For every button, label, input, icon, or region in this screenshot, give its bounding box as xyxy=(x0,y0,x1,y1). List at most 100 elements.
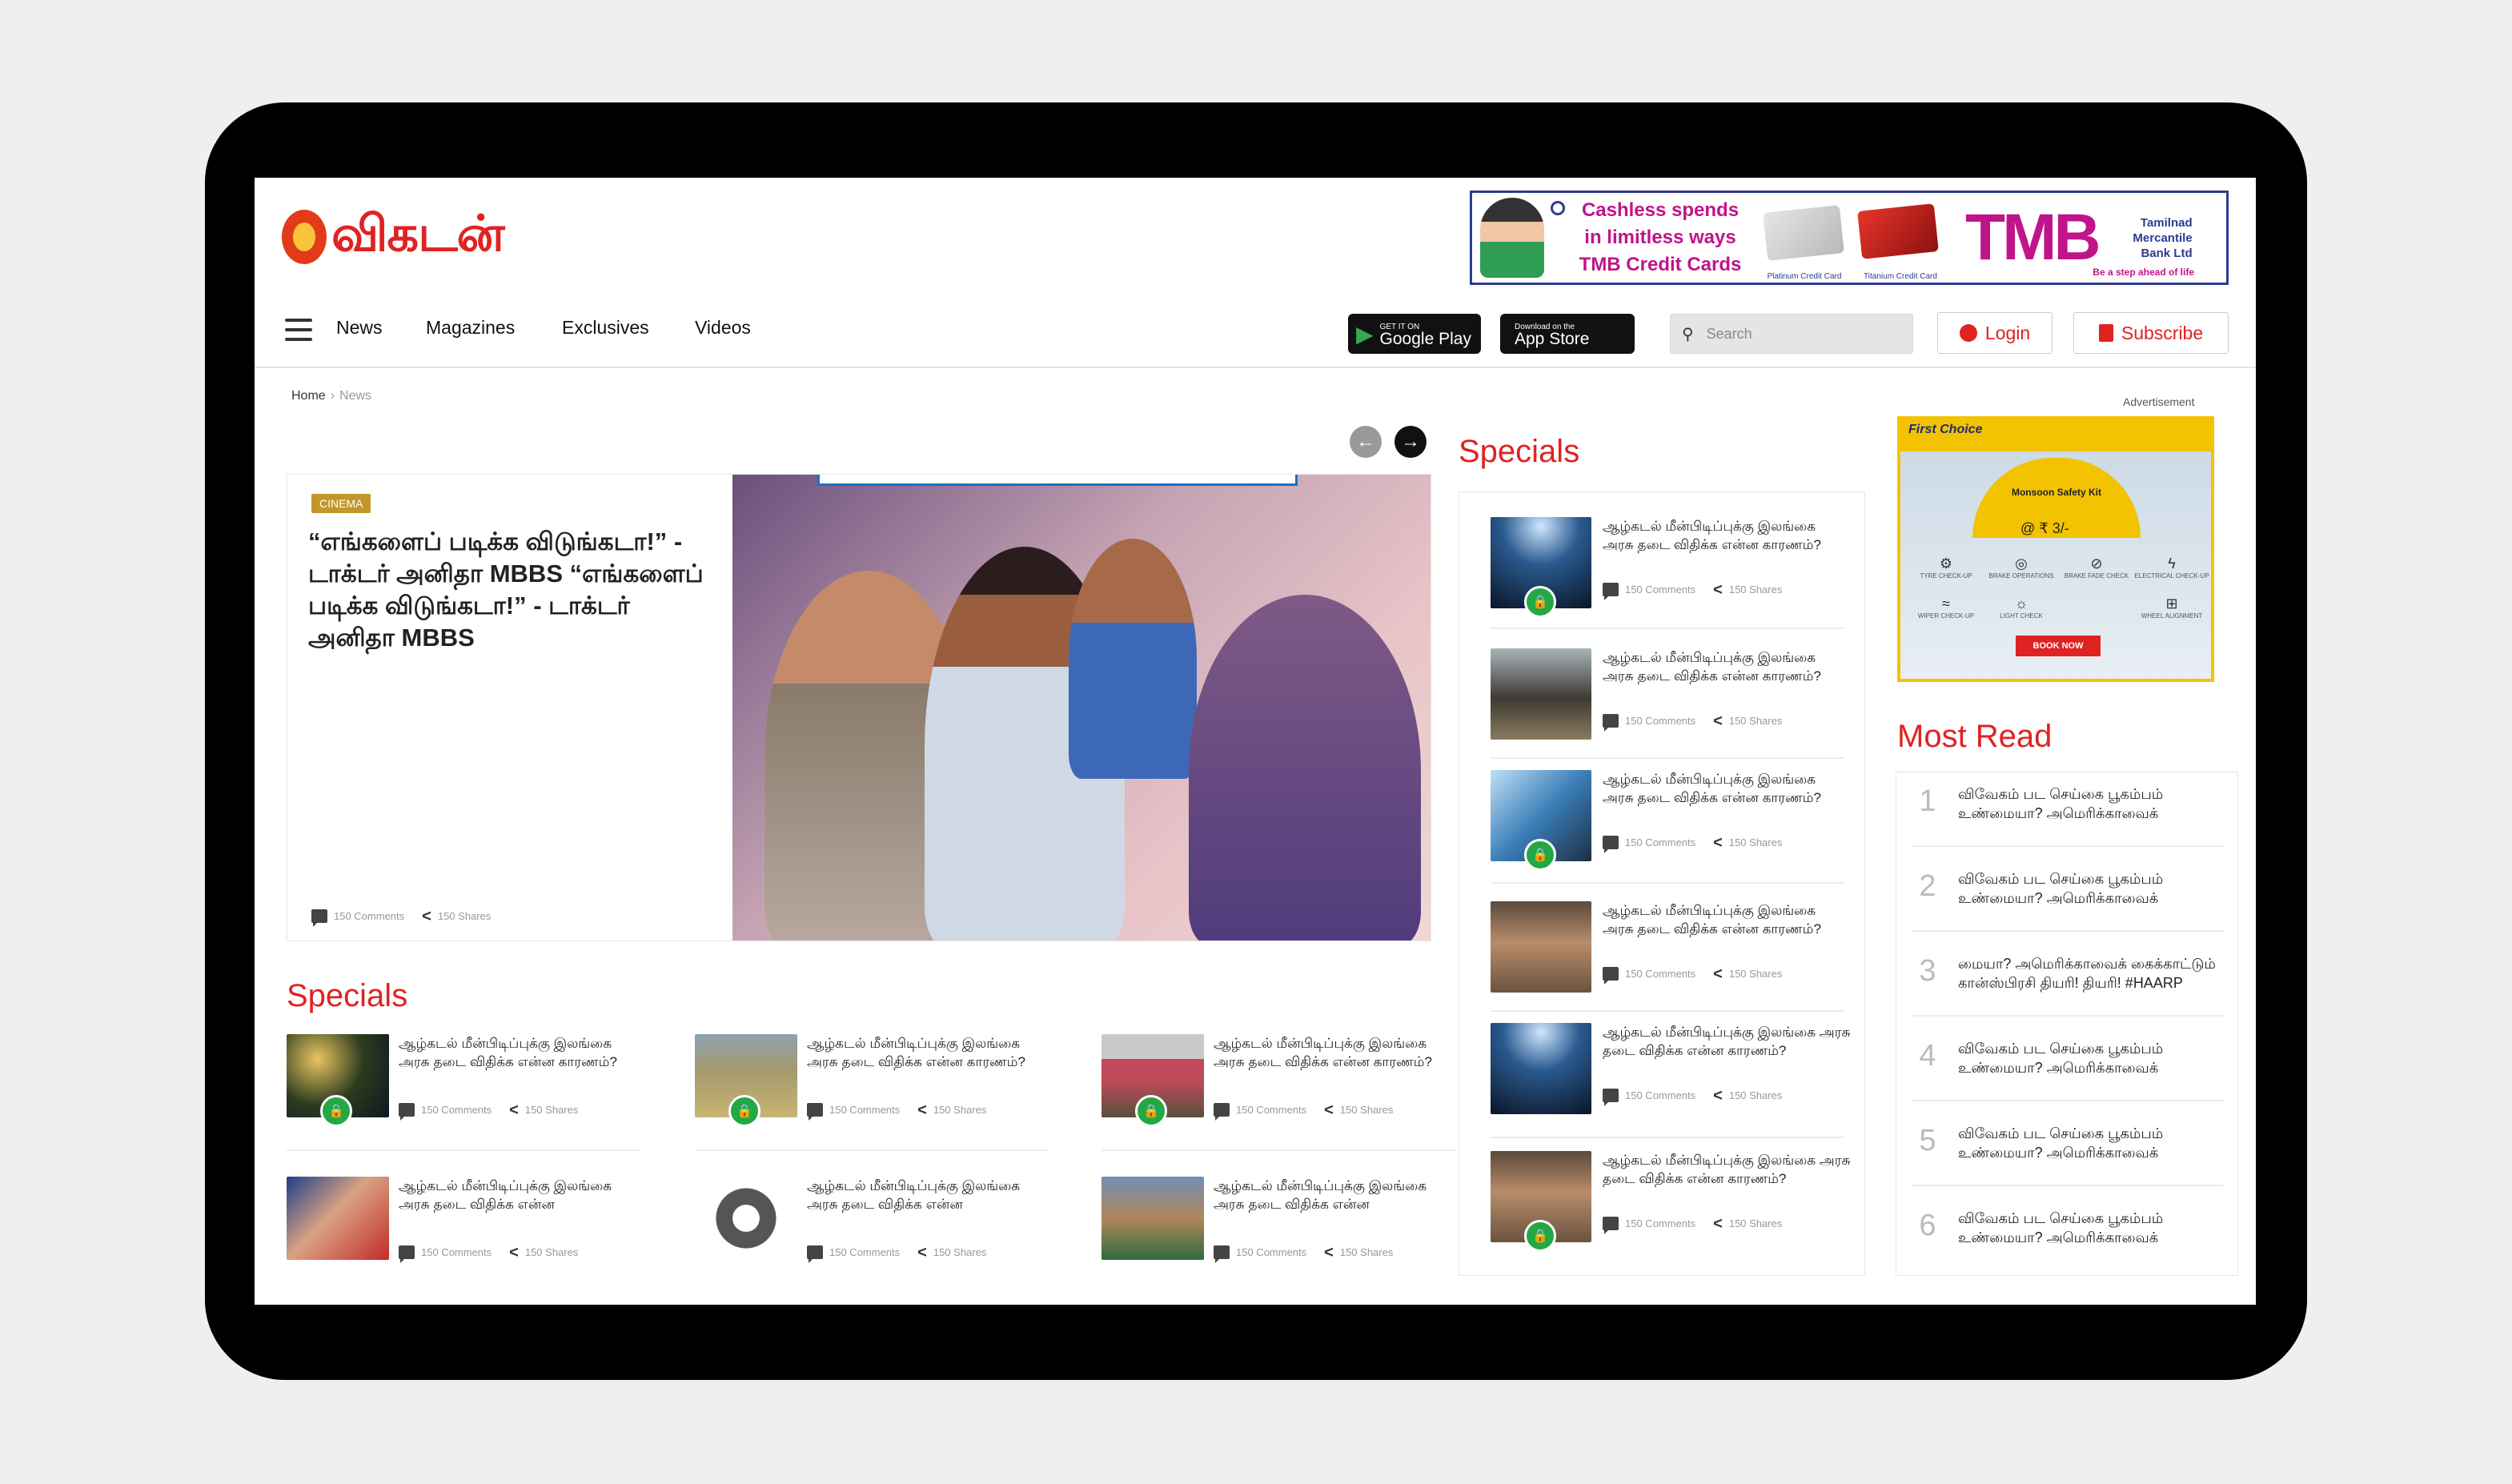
rank-number: 4 xyxy=(1919,1039,1936,1073)
top-banner-ad[interactable]: Cashless spends in limitless ways TMB Cr… xyxy=(1470,191,2229,285)
lock-icon: 🔒 xyxy=(1135,1095,1167,1127)
ad-model-image xyxy=(1480,198,1544,278)
comment-icon xyxy=(1603,836,1619,853)
share-icon[interactable]: < xyxy=(1324,1245,1334,1261)
special-thumbnail xyxy=(1491,1023,1591,1114)
hamburger-menu-icon[interactable] xyxy=(285,319,312,341)
side-special-card[interactable]: ஆழ்கடல் மீன்பிடிப்புக்கு இலங்கை அரசு தடை… xyxy=(1491,648,1859,752)
nav-news[interactable]: News xyxy=(336,317,383,339)
special-thumbnail xyxy=(695,1177,797,1260)
rank-number: 5 xyxy=(1919,1124,1936,1157)
comment-icon xyxy=(1603,1217,1619,1234)
most-read-title[interactable]: விவேகம் பட செய்கை பூகம்பம் உண்மையா? அமெர… xyxy=(1958,1209,2222,1247)
side-special-card[interactable]: 🔒 ஆழ்கடல் மீன்பிடிப்புக்கு இலங்கை அரசு த… xyxy=(1491,517,1859,621)
hero-headline[interactable]: “எங்களைப் படிக்க விடுங்கடா!” - டாக்டர் அ… xyxy=(308,526,708,654)
special-title[interactable]: ஆழ்கடல் மீன்பிடிப்புக்கு இலங்கை அரசு தடை… xyxy=(807,1177,1023,1213)
share-icon[interactable]: < xyxy=(509,1102,519,1118)
lock-icon: 🔒 xyxy=(1524,586,1556,618)
browser-viewport: விகடன் Cashless spends in limitless ways… xyxy=(255,178,2256,1305)
special-title[interactable]: ஆழ்கடல் மீன்பிடிப்புக்கு இலங்கை அரசு தடை… xyxy=(399,1034,631,1071)
rank-number: 1 xyxy=(1919,784,1936,818)
ad-price: @ ₹ 3/- xyxy=(2020,520,2069,536)
most-read-title[interactable]: விவேகம் பட செய்கை பூகம்பம் உண்மையா? அமெர… xyxy=(1958,1039,2222,1077)
search-input[interactable]: ⚲ Search xyxy=(1670,314,1913,354)
side-special-card[interactable]: ஆழ்கடல் மீன்பிடிப்புக்கு இலங்கை அரசு தடை… xyxy=(1491,901,1859,1005)
special-card[interactable]: 🔒 ஆழ்கடல் மீன்பிடிப்புக்கு இலங்கை அரசு த… xyxy=(1102,1034,1454,1154)
nav-exclusives[interactable]: Exclusives xyxy=(562,317,649,339)
special-title[interactable]: ஆழ்கடல் மீன்பிடிப்புக்கு இலங்கை அரசு தடை… xyxy=(1603,1023,1851,1060)
breadcrumb: Home › News xyxy=(291,389,372,403)
most-read-title[interactable]: மையா? அமெரிக்காவைக் கைக்காட்டும் கான்ஸ்ப… xyxy=(1958,954,2222,993)
special-title[interactable]: ஆழ்கடல் மீன்பிடிப்புக்கு இலங்கை அரசு தடை… xyxy=(1603,648,1835,685)
ad-tagline: Be a step ahead of life xyxy=(2093,267,2194,278)
hero-story-card[interactable]: CINEMA “எங்களைப் படிக்க விடுங்கடா!” - டா… xyxy=(287,474,1431,941)
slider-prev-button[interactable]: ← xyxy=(1350,426,1382,458)
book-now-button[interactable]: BOOK NOW xyxy=(2016,636,2101,656)
tmb-emblem-icon xyxy=(1551,201,1565,215)
special-card[interactable]: ஆழ்கடல் மீன்பிடிப்புக்கு இலங்கை அரசு தடை… xyxy=(695,1177,1047,1297)
subscribe-button[interactable]: Subscribe xyxy=(2073,312,2229,354)
special-title[interactable]: ஆழ்கடல் மீன்பிடிப்புக்கு இலங்கை அரசு தடை… xyxy=(1214,1034,1446,1071)
rank-number: 3 xyxy=(1919,954,1936,988)
share-icon[interactable]: < xyxy=(1324,1102,1334,1118)
lock-icon: 🔒 xyxy=(1524,1220,1556,1252)
comment-icon xyxy=(399,1103,415,1121)
side-special-card[interactable]: ஆழ்கடல் மீன்பிடிப்புக்கு இலங்கை அரசு தடை… xyxy=(1491,1023,1859,1127)
sidebar-ad[interactable]: First Choice Monsoon Safety Kit @ ₹ 3/- … xyxy=(1897,416,2214,682)
special-thumbnail xyxy=(1491,901,1591,993)
special-title[interactable]: ஆழ்கடல் மீன்பிடிப்புக்கு இலங்கை அரசு தடை… xyxy=(1603,901,1835,938)
special-title[interactable]: ஆழ்கடல் மீன்பிடிப்புக்கு இலங்கை அரசு தடை… xyxy=(1603,517,1835,554)
share-icon[interactable]: < xyxy=(1713,1088,1723,1104)
most-read-title[interactable]: விவேகம் பட செய்கை பூகம்பம் உண்மையா? அமெர… xyxy=(1958,1124,2222,1162)
category-badge[interactable]: CINEMA xyxy=(311,494,371,513)
special-title[interactable]: ஆழ்கடல் மீன்பிடிப்புக்கு இலங்கை அரசு தடை… xyxy=(1603,1151,1851,1188)
nav-magazines[interactable]: Magazines xyxy=(426,317,515,339)
site-logo[interactable]: விகடன் xyxy=(282,204,562,267)
hero-meta: 150 Comments <150 Shares xyxy=(311,908,491,927)
special-title[interactable]: ஆழ்கடல் மீன்பிடிப்புக்கு இலங்கை அரசு தடை… xyxy=(1214,1177,1430,1213)
special-card[interactable]: ஆழ்கடல் மீன்பிடிப்புக்கு இலங்கை அரசு தடை… xyxy=(1102,1177,1454,1297)
most-read-panel xyxy=(1896,772,2238,1276)
bank-name: Tamilnad Mercantile Bank Ltd xyxy=(2133,215,2193,260)
user-icon xyxy=(1959,324,1977,342)
comment-icon xyxy=(311,909,327,927)
search-placeholder: Search xyxy=(1706,325,1752,342)
app-store-button[interactable]: Download on the App Store xyxy=(1500,314,1635,354)
share-icon[interactable]: < xyxy=(1713,582,1723,598)
advertisement-label: Advertisement xyxy=(2123,395,2195,408)
play-store-icon: ▶ xyxy=(1356,321,1374,347)
special-title[interactable]: ஆழ்கடல் மீன்பிடிப்புக்கு இலங்கை அரசு தடை… xyxy=(399,1177,615,1213)
titanium-card-image: Titanium Credit Card xyxy=(1856,203,1944,281)
share-icon[interactable]: < xyxy=(1713,713,1723,729)
special-title[interactable]: ஆழ்கடல் மீன்பிடிப்புக்கு இலங்கை அரசு தடை… xyxy=(807,1034,1039,1071)
login-button[interactable]: Login xyxy=(1937,312,2053,354)
most-read-title[interactable]: விவேகம் பட செய்கை பூகம்பம் உண்மையா? அமெர… xyxy=(1958,869,2222,908)
special-card[interactable]: 🔒 ஆழ்கடல் மீன்பிடிப்புக்கு இலங்கை அரசு த… xyxy=(287,1034,639,1154)
share-icon[interactable]: < xyxy=(422,908,431,924)
special-card[interactable]: ஆழ்கடல் மீன்பிடிப்புக்கு இலங்கை அரசு தடை… xyxy=(287,1177,639,1297)
special-title[interactable]: ஆழ்கடல் மீன்பிடிப்புக்கு இலங்கை அரசு தடை… xyxy=(1603,770,1835,807)
logo-wordmark: விகடன் xyxy=(331,204,505,263)
nav-videos[interactable]: Videos xyxy=(695,317,751,339)
side-special-card[interactable]: 🔒 ஆழ்கடல் மீன்பிடிப்புக்கு இலங்கை அரசு த… xyxy=(1491,1151,1859,1255)
mascot-icon xyxy=(282,210,327,264)
slider-next-button[interactable]: → xyxy=(1394,426,1427,458)
share-icon[interactable]: < xyxy=(1713,1216,1723,1232)
ad-cards: Platinum Credit Card Titanium Credit Car… xyxy=(1760,203,1944,281)
breadcrumb-home[interactable]: Home xyxy=(291,389,326,403)
share-icon[interactable]: < xyxy=(1713,835,1723,851)
share-icon[interactable]: < xyxy=(917,1102,927,1118)
share-icon[interactable]: < xyxy=(1713,966,1723,982)
rank-number: 2 xyxy=(1919,869,1936,903)
special-thumbnail xyxy=(287,1177,389,1260)
google-play-button[interactable]: ▶ GET IT ON Google Play xyxy=(1348,314,1481,354)
rank-number: 6 xyxy=(1919,1209,1936,1242)
comment-icon xyxy=(1214,1245,1230,1263)
comment-icon xyxy=(1603,714,1619,732)
platinum-card-image: Platinum Credit Card xyxy=(1760,205,1848,281)
share-icon[interactable]: < xyxy=(917,1245,927,1261)
most-read-title[interactable]: விவேகம் பட செய்கை பூகம்பம் உண்மையா? அமெர… xyxy=(1958,784,2222,823)
side-special-card[interactable]: 🔒 ஆழ்கடல் மீன்பிடிப்புக்கு இலங்கை அரசு த… xyxy=(1491,770,1859,874)
special-card[interactable]: 🔒 ஆழ்கடல் மீன்பிடிப்புக்கு இலங்கை அரசு த… xyxy=(695,1034,1047,1154)
share-icon[interactable]: < xyxy=(509,1245,519,1261)
